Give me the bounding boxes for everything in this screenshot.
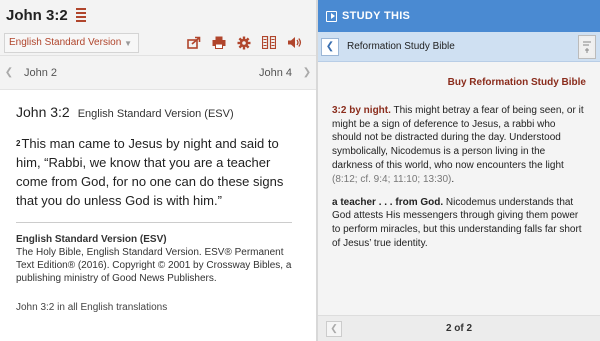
- copyright-title: English Standard Version (ESV): [16, 234, 167, 245]
- buy-resource-link[interactable]: Buy Reformation Study Bible: [332, 76, 586, 90]
- reference-bar: John 3:2: [0, 0, 316, 30]
- next-chapter-link[interactable]: John 4: [259, 67, 292, 79]
- copyright-body: The Holy Bible, English Standard Version…: [16, 247, 292, 284]
- note-pager: ❮ 2 of 2: [318, 315, 600, 341]
- note-lead: a teacher . . . from God.: [332, 196, 444, 208]
- chevron-down-icon: ▼: [124, 38, 132, 48]
- pager-previous-button[interactable]: ❮: [326, 320, 342, 337]
- previous-chapter-link[interactable]: John 2: [24, 67, 57, 79]
- study-note: a teacher . . . from God. Nicodemus unde…: [332, 196, 586, 251]
- parallel-columns-icon[interactable]: [261, 35, 277, 51]
- passage-reference: John 3:2: [16, 104, 70, 120]
- toolbar-icons: [186, 35, 316, 51]
- study-note: 3:2 by night. This might betray a fear o…: [332, 104, 586, 187]
- verse-text: 2This man came to Jesus by night and sai…: [16, 134, 300, 210]
- audio-icon[interactable]: [286, 35, 302, 51]
- passage-heading: John 3:2 English Standard Version (ESV): [16, 104, 300, 120]
- version-select[interactable]: English Standard Version ▼: [4, 32, 139, 53]
- chevron-right-icon[interactable]: ❯: [298, 67, 316, 78]
- copyright-notice: English Standard Version (ESV) The Holy …: [16, 233, 300, 285]
- pager-count: 2 of 2: [445, 323, 473, 334]
- book-list-icon[interactable]: [75, 8, 86, 22]
- version-select-value: English Standard Version: [9, 37, 122, 48]
- reader-toolbar: English Standard Version ▼: [0, 30, 316, 56]
- share-icon[interactable]: [186, 35, 202, 51]
- chapter-nav: ❮ John 2 John 4 ❯: [0, 56, 316, 90]
- reference-title[interactable]: John 3:2: [6, 7, 68, 24]
- back-button[interactable]: ❮: [321, 37, 339, 56]
- cross-reference-link[interactable]: (8:12; cf. 9:4; 11:10; 13:30): [332, 174, 451, 185]
- verse-number: 2: [16, 139, 21, 148]
- print-icon[interactable]: [211, 35, 227, 51]
- chevron-left-icon[interactable]: ❮: [0, 67, 18, 78]
- note-tail: .: [451, 173, 455, 185]
- gear-icon[interactable]: [236, 35, 252, 51]
- all-translations-link[interactable]: John 3:2 in all English translations: [16, 302, 300, 313]
- bible-reader-pane: John 3:2 English Standard Version ▼ ❮ Jo…: [0, 0, 316, 341]
- passage: John 3:2 English Standard Version (ESV) …: [0, 90, 316, 313]
- passage-version: English Standard Version (ESV): [77, 108, 234, 120]
- resource-bar: ❮ Reformation Study Bible: [318, 32, 600, 62]
- study-this-header[interactable]: STUDY THIS: [318, 0, 600, 32]
- study-panel: STUDY THIS ❮ Reformation Study Bible Buy…: [318, 0, 600, 341]
- note-lead: 3:2 by night.: [332, 104, 391, 116]
- book-cover-thumbnail[interactable]: [578, 34, 596, 59]
- verse-body: This man came to Jesus by night and said…: [16, 136, 284, 208]
- divider: [16, 222, 292, 223]
- study-this-label: STUDY THIS: [342, 10, 411, 22]
- collapse-icon: [326, 10, 337, 22]
- resource-title: Reformation Study Bible: [347, 41, 455, 52]
- study-notes: Buy Reformation Study Bible 3:2 by night…: [318, 62, 600, 251]
